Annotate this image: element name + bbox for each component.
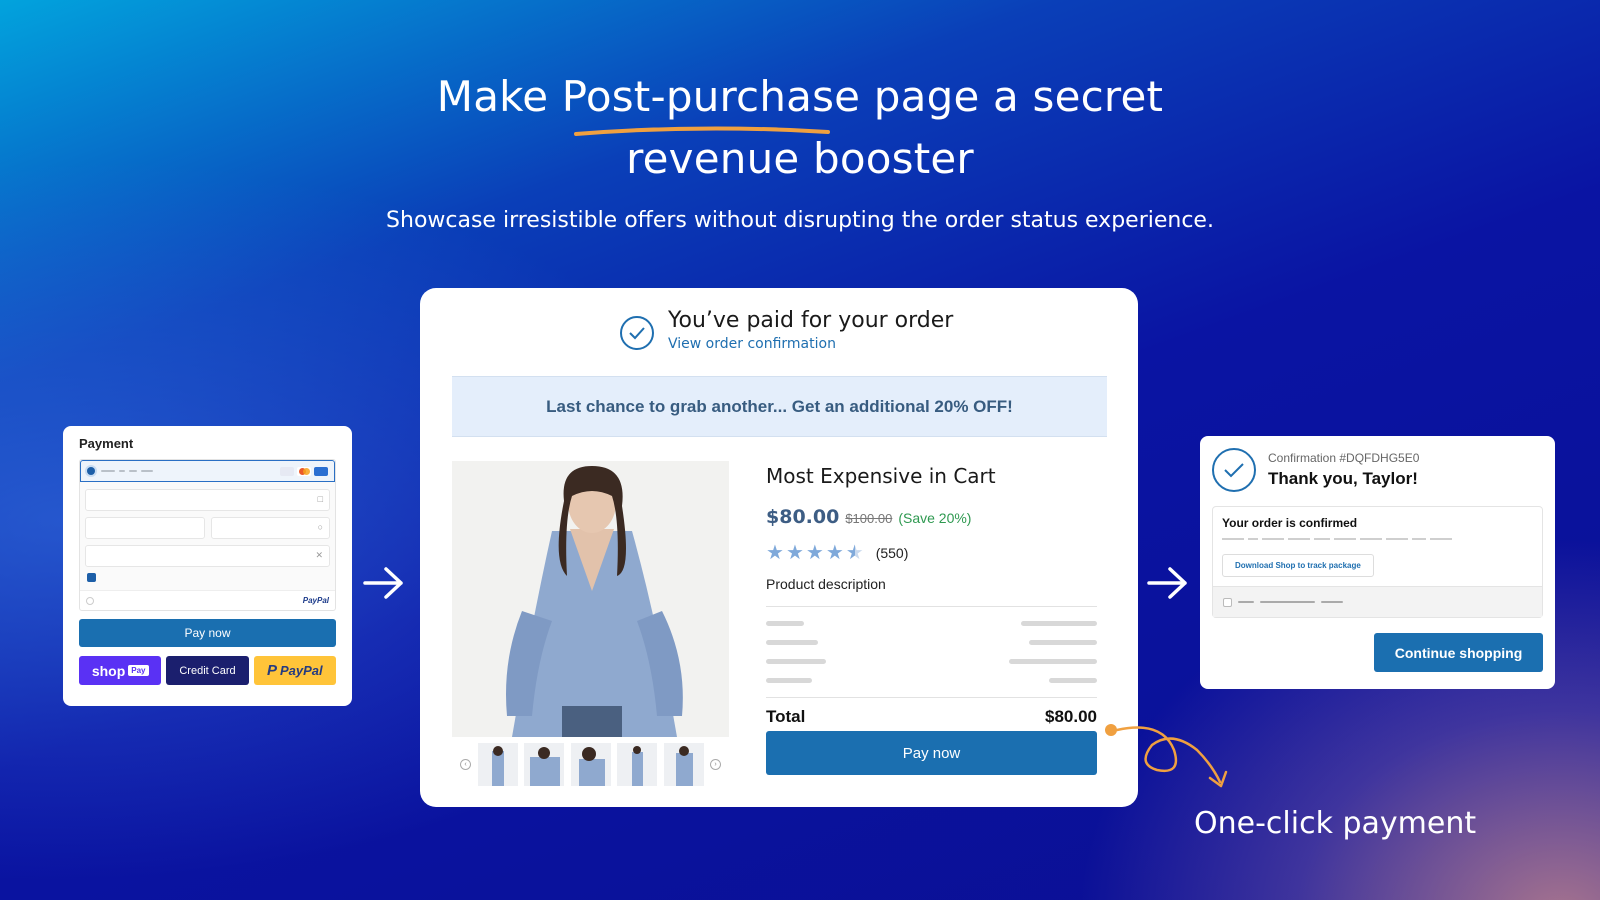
continue-shopping-button[interactable]: Continue shopping xyxy=(1374,633,1543,672)
check-circle-icon xyxy=(1212,448,1256,492)
paypal-mini-logo: PayPal xyxy=(302,596,329,605)
card-payment-option[interactable] xyxy=(80,460,335,482)
right-arrow-icon xyxy=(363,567,403,599)
hero-title-suffix: page a secret xyxy=(860,72,1164,121)
shop-pay-badge: Pay xyxy=(128,665,149,676)
product-savings: (Save 20%) xyxy=(898,510,972,526)
view-order-confirmation-link[interactable]: View order confirmation xyxy=(668,336,953,352)
cardholder-name-field[interactable]: ✕ xyxy=(85,545,330,567)
star-icon: ★ xyxy=(805,542,824,564)
total-value: $80.00 xyxy=(1045,707,1097,726)
thumbnail-4[interactable] xyxy=(617,742,657,786)
order-paid-header: You’ve paid for your order View order co… xyxy=(620,308,953,352)
billing-checkbox[interactable] xyxy=(87,573,96,582)
confirmation-header: Confirmation #DQFDHG5E0 Thank you, Taylo… xyxy=(1212,448,1543,492)
payment-card: Payment □ ○ ✕ PayPal Pay now shop Pay Cr… xyxy=(63,426,352,706)
order-confirmed-title: Your order is confirmed xyxy=(1222,516,1358,530)
download-shop-button[interactable]: Download Shop to track package xyxy=(1222,554,1374,577)
price-row: $80.00 $100.00 (Save 20%) xyxy=(766,506,1100,528)
card-number-field[interactable]: □ xyxy=(85,489,330,511)
star-icon: ★ xyxy=(825,542,844,564)
product-description: Product description xyxy=(766,576,886,592)
shop-pay-label: shop xyxy=(91,662,126,679)
visa-icon xyxy=(280,466,294,476)
express-payment-methods: shop Pay Credit Card P PayPal xyxy=(79,656,336,685)
paypal-icon: P xyxy=(266,662,277,679)
review-count: (550) xyxy=(875,545,909,561)
post-purchase-offer-card: You’ve paid for your order View order co… xyxy=(420,288,1138,807)
order-confirmed-box: Your order is confirmed Download Shop to… xyxy=(1212,506,1543,618)
rating-row: ★ ★ ★ ★ ★ (550) xyxy=(766,543,1100,563)
right-arrow-icon xyxy=(1147,567,1187,599)
expiry-field[interactable] xyxy=(85,517,205,539)
thumbnail-5[interactable] xyxy=(663,742,704,786)
thank-you-title: Thank you, Taylor! xyxy=(1268,469,1418,488)
credit-card-button[interactable]: Credit Card xyxy=(166,656,249,685)
chevron-right-icon[interactable]: › xyxy=(710,758,721,770)
total-label: Total xyxy=(766,707,806,726)
hero-subtitle: Showcase irresistible offers without dis… xyxy=(386,208,1214,233)
hero-title-prefix: Make xyxy=(436,72,562,121)
shop-pay-button[interactable]: shop Pay xyxy=(79,656,162,685)
thumbnail-1[interactable] xyxy=(477,742,518,786)
thumbnail-2[interactable] xyxy=(524,742,564,786)
star-icon: ★ xyxy=(785,542,804,564)
paypal-option[interactable]: PayPal xyxy=(80,590,335,610)
order-summary-placeholder xyxy=(766,621,1097,683)
clear-icon: ✕ xyxy=(315,550,323,560)
card-fields: □ ○ ✕ xyxy=(80,482,335,590)
star-icon: ★ xyxy=(766,542,784,564)
payment-title: Payment xyxy=(79,436,134,451)
chevron-left-icon[interactable]: ‹ xyxy=(460,758,471,770)
radio-selected-icon xyxy=(87,467,95,475)
product-info: Most Expensive in Cart $80.00 $100.00 (S… xyxy=(766,464,1100,727)
confirmation-footer xyxy=(1213,586,1542,617)
confirmation-card: Confirmation #DQFDHG5E0 Thank you, Taylo… xyxy=(1200,436,1555,689)
curly-arrow-icon xyxy=(1105,724,1228,788)
total-row: Total $80.00 xyxy=(766,697,1097,727)
product-image xyxy=(452,461,729,737)
amex-icon xyxy=(314,466,328,476)
half-star-icon: ★ xyxy=(845,542,864,564)
order-paid-title: You’ve paid for your order xyxy=(668,308,954,333)
product-price: $80.00 xyxy=(766,506,840,528)
one-click-payment-label: One-click payment xyxy=(1194,806,1477,841)
checkbox[interactable] xyxy=(1223,597,1232,607)
product-name: Most Expensive in Cart xyxy=(766,464,996,488)
check-circle-icon xyxy=(620,316,654,350)
text-placeholder xyxy=(1222,538,1533,540)
product-thumbnails: ‹ › xyxy=(452,742,729,786)
highlight-underline xyxy=(574,126,830,136)
confirmation-number: Confirmation #DQFDHG5E0 xyxy=(1268,451,1420,465)
paypal-button[interactable]: P PayPal xyxy=(253,656,336,685)
product-old-price: $100.00 xyxy=(845,511,893,526)
divider xyxy=(766,606,1097,607)
mastercard-icon xyxy=(297,466,311,476)
hero-title-highlight: Post-purchase xyxy=(561,72,861,121)
payment-options: □ ○ ✕ PayPal xyxy=(79,459,336,611)
help-icon: ○ xyxy=(317,522,323,532)
offer-banner: Last chance to grab another... Get an ad… xyxy=(452,376,1107,437)
pay-now-button[interactable]: Pay now xyxy=(79,619,336,647)
lock-icon: □ xyxy=(317,494,323,504)
cvv-field[interactable]: ○ xyxy=(210,517,330,539)
one-click-pay-button[interactable]: Pay now xyxy=(766,731,1097,775)
thumbnail-3[interactable] xyxy=(570,742,611,786)
radio-icon xyxy=(86,596,94,605)
paypal-label: PayPal xyxy=(280,663,323,678)
